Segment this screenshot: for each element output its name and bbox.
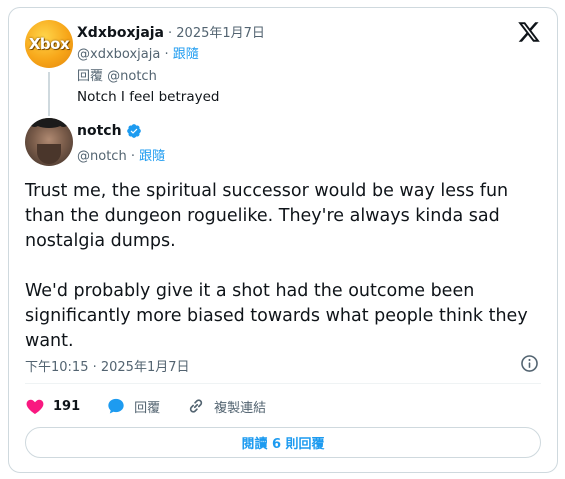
main-author-name[interactable]: notch [77,123,122,139]
parent-author-name[interactable]: Xdxboxjaja [77,25,164,41]
tweet-embed-card: Xbox Xdxboxjaja · 2025年1月7日 @xdxboxjaja … [8,7,558,473]
parent-avatar-logo-text: Xbox [28,35,70,53]
tweet-timestamp[interactable]: 下午10:15 · 2025年1月7日 [25,356,190,375]
main-follow-link[interactable]: 跟隨 [139,149,165,164]
parent-handle-row: @xdxboxjaja · 跟隨 [77,43,199,62]
info-icon[interactable] [520,354,539,373]
main-author-avatar[interactable] [25,118,73,166]
avatar-hat [33,118,65,128]
parent-author-row: Xdxboxjaja · 2025年1月7日 [77,22,265,41]
parent-date[interactable]: · 2025年1月7日 [168,22,265,41]
main-author-row: notch [77,123,142,139]
like-count: 191 [53,398,81,414]
parent-avatar[interactable]: Xbox [25,20,73,68]
read-replies-button[interactable]: 閱讀 6 則回覆 [25,427,541,458]
copy-link-button[interactable]: 複製連結 [186,396,266,416]
separator-dot: · [164,47,173,62]
reply-label: 回覆 [134,400,161,416]
replying-to-label: 回覆 @notch [77,69,157,84]
copy-link-label: 複製連結 [214,400,267,416]
parent-tweet-text: Notch I feel betrayed [77,89,220,105]
actions-divider [25,383,541,384]
link-icon [190,399,203,413]
parent-follow-link[interactable]: 跟隨 [173,47,199,62]
main-tweet-text: Trust me, the spiritual successor would … [25,179,545,354]
avatar-beard [37,144,61,164]
tweet-paragraph-2: We'd probably give it a shot had the out… [25,281,528,351]
action-bar: 191 回覆 複製連結 [25,394,292,418]
tweet-paragraph-1: Trust me, the spiritual successor would … [25,181,509,251]
heart-icon [26,399,44,414]
thread-connector-line [48,72,50,116]
main-handle[interactable]: @notch [77,149,127,164]
main-handle-row: @notch · 跟隨 [77,145,165,164]
parent-handle[interactable]: @xdxboxjaja [77,47,160,62]
separator-dot: · [130,149,140,164]
x-logo-icon[interactable] [517,20,541,44]
verified-badge-icon [126,124,141,138]
like-button[interactable]: 191 [25,396,80,416]
reply-button[interactable]: 回覆 [106,396,160,416]
speech-bubble-icon [108,398,124,414]
